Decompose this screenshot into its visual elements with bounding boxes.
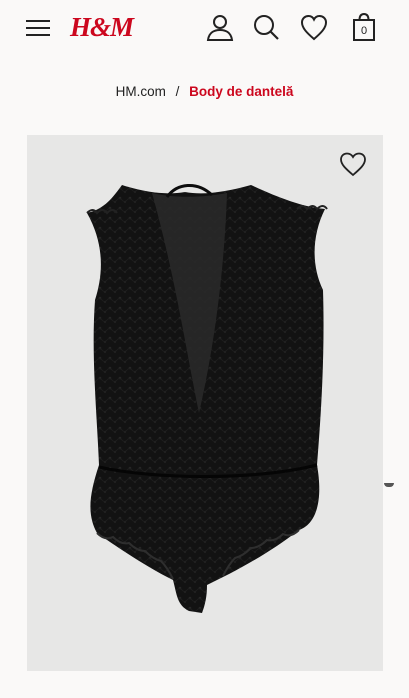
top-nav-bar: H&M 0 xyxy=(0,0,409,60)
breadcrumb-home-link[interactable]: HM.com xyxy=(116,84,166,99)
breadcrumb-separator: / xyxy=(175,84,180,99)
account-icon[interactable] xyxy=(205,12,235,42)
breadcrumb-current-page: Body de dantelă xyxy=(189,84,294,99)
logo-text: H&M xyxy=(70,12,134,42)
add-to-favorites-icon[interactable] xyxy=(339,151,367,177)
hamburger-menu-icon[interactable] xyxy=(26,18,50,38)
lace-bodysuit-image xyxy=(86,184,328,613)
breadcrumb: HM.com / Body de dantelă xyxy=(0,82,409,102)
heart-icon[interactable] xyxy=(299,12,329,42)
bag-count-badge: 0 xyxy=(360,25,368,37)
hm-logo[interactable]: H&M xyxy=(70,12,134,42)
scroll-indicator xyxy=(384,483,394,487)
search-icon[interactable] xyxy=(252,12,280,42)
product-image[interactable] xyxy=(27,135,383,671)
shopping-bag-button[interactable]: 0 xyxy=(350,12,378,42)
